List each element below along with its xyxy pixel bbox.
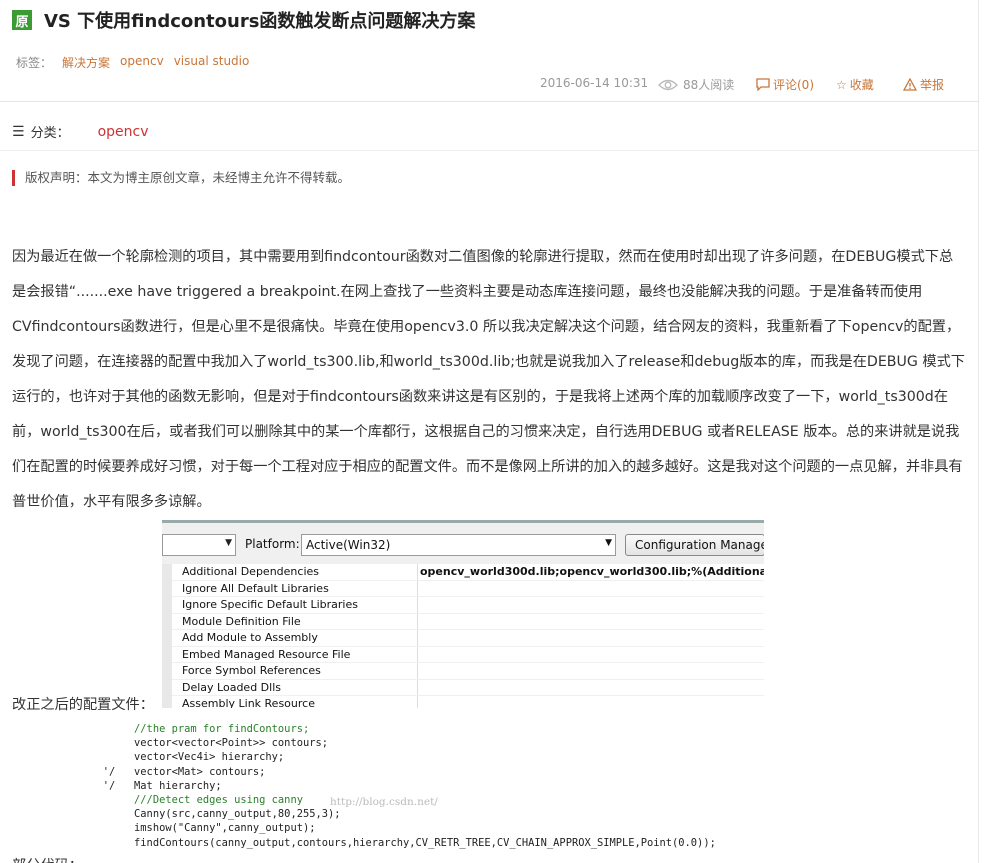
grid-gutter bbox=[162, 564, 172, 708]
publish-date: 2016-06-14 10:31 bbox=[540, 76, 649, 90]
comment-icon bbox=[756, 78, 770, 91]
platform-dropdown: Active(Win32) ▼ bbox=[301, 534, 616, 556]
read-count-text: 88人阅读 bbox=[683, 78, 735, 92]
code-snippet: //the pram for findContours; vector<vect… bbox=[84, 722, 716, 850]
property-name: Delay Loaded Dlls bbox=[182, 680, 281, 694]
divider bbox=[0, 150, 978, 151]
config-toolbar: ▼ Platform: Active(Win32) ▼ Configuratio… bbox=[162, 520, 764, 564]
read-count: 88人阅读 bbox=[658, 76, 734, 93]
code-line: imshow("Canny",canny_output); bbox=[84, 822, 316, 835]
favorite-link[interactable]: ☆ 收藏 bbox=[836, 76, 874, 93]
property-row: Force Symbol References bbox=[172, 663, 764, 680]
code-line: Canny(src,canny_output,80,255,3); bbox=[84, 808, 341, 821]
partial-code-label: 部分代码： bbox=[12, 855, 83, 863]
property-name: Force Symbol References bbox=[182, 664, 321, 677]
tag-list: 标签： 解决方案 opencv visual studio bbox=[16, 54, 249, 71]
code-line: //the pram for findContours; bbox=[84, 723, 310, 735]
report-text: 举报 bbox=[920, 78, 945, 92]
article-meta: 2016-06-14 10:31 88人阅读 评论(0) ☆ 收藏 举报 bbox=[0, 76, 984, 92]
property-row: Ignore Specific Default Libraries bbox=[172, 597, 764, 614]
copyright-notice: 版权声明：本文为博主原创文章，未经博主允许不得转载。 bbox=[12, 170, 350, 186]
property-row: Module Definition File bbox=[172, 614, 764, 630]
property-name: Assembly Link Resource bbox=[182, 697, 315, 708]
category-link[interactable]: opencv bbox=[98, 124, 149, 140]
property-name: Additional Dependencies bbox=[182, 565, 320, 578]
tag-link[interactable]: 解决方案 bbox=[62, 54, 110, 71]
article-title-row: 原 VS 下使用findcontours函数触发断点问题解决方案 bbox=[12, 7, 475, 33]
category-row: ☰ 分类： opencv bbox=[12, 122, 149, 142]
star-icon: ☆ bbox=[836, 77, 847, 92]
linker-settings-screenshot: ▼ Platform: Active(Win32) ▼ Configuratio… bbox=[162, 520, 764, 708]
platform-value: Active(Win32) bbox=[306, 538, 391, 552]
report-link[interactable]: 举报 bbox=[903, 76, 944, 93]
code-line: findContours(canny_output,contours,hiera… bbox=[84, 836, 716, 849]
tag-link[interactable]: opencv bbox=[120, 54, 164, 71]
property-value: opencv_world300d.lib;opencv_world300.lib… bbox=[420, 565, 764, 578]
fixed-config-label: 改正之后的配置文件： bbox=[12, 697, 154, 713]
property-row: Add Module to Assembly bbox=[172, 630, 764, 647]
list-icon: ☰ bbox=[12, 123, 25, 140]
article-paragraph: 因为最近在做一个轮廓检测的项目，其中需要用到findcontour函数对二值图像… bbox=[12, 249, 965, 510]
comment-text: 评论(0) bbox=[773, 78, 814, 92]
dropdown-arrow-icon: ▼ bbox=[225, 538, 232, 548]
property-name: Embed Managed Resource File bbox=[182, 647, 351, 661]
code-line: '/ Mat hierarchy; bbox=[84, 779, 222, 792]
comment-link[interactable]: 评论(0) bbox=[756, 76, 814, 93]
warning-icon bbox=[903, 78, 917, 91]
csdn-watermark: http://blog.csdn.net/ bbox=[330, 796, 438, 808]
platform-label: Platform: bbox=[245, 537, 300, 551]
property-name: Add Module to Assembly bbox=[182, 631, 318, 644]
page-right-border bbox=[978, 0, 979, 863]
configuration-dropdown: ▼ bbox=[162, 534, 236, 556]
code-line: '/ vector<Mat> contours; bbox=[84, 765, 266, 778]
configuration-manager-button: Configuration Manager... bbox=[625, 534, 764, 556]
property-name: Ignore All Default Libraries bbox=[182, 581, 329, 595]
code-line: vector<vector<Point>> contours; bbox=[84, 737, 328, 750]
article-title[interactable]: VS 下使用findcontours函数触发断点问题解决方案 bbox=[44, 7, 475, 33]
category-label: 分类： bbox=[30, 126, 70, 141]
property-row: Additional Dependencies opencv_world300d… bbox=[172, 564, 764, 581]
property-name: Ignore Specific Default Libraries bbox=[182, 598, 358, 611]
property-row: Delay Loaded Dlls bbox=[172, 680, 764, 696]
property-row: Assembly Link Resource bbox=[172, 696, 764, 708]
tag-link[interactable]: visual studio bbox=[174, 54, 250, 71]
property-row: Ignore All Default Libraries bbox=[172, 581, 764, 597]
divider bbox=[0, 101, 978, 102]
tags-label: 标签： bbox=[16, 56, 53, 70]
original-badge: 原 bbox=[12, 10, 32, 30]
code-line: vector<Vec4i> hierarchy; bbox=[84, 751, 285, 764]
eye-icon bbox=[658, 79, 678, 90]
property-grid: Additional Dependencies opencv_world300d… bbox=[162, 564, 764, 708]
dropdown-arrow-icon: ▼ bbox=[605, 538, 612, 548]
property-row: Embed Managed Resource File bbox=[172, 647, 764, 663]
favorite-text: 收藏 bbox=[849, 78, 874, 92]
property-name: Module Definition File bbox=[182, 614, 301, 628]
